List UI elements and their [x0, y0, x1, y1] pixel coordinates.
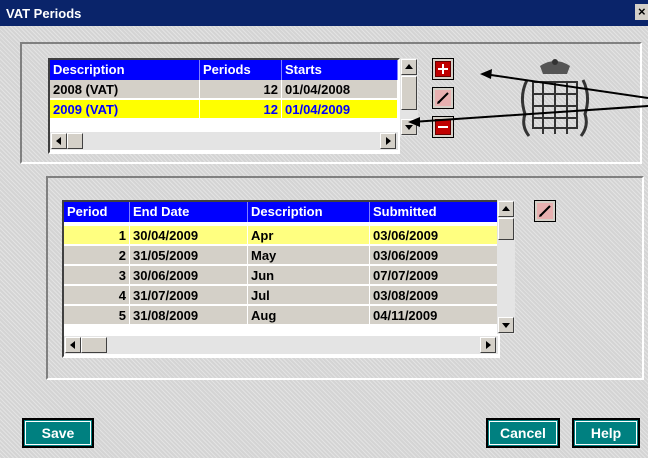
detail-submitted: 03/06/2009	[370, 246, 498, 265]
scroll-thumb[interactable]	[498, 218, 514, 240]
cancel-button[interactable]: Cancel	[486, 418, 560, 448]
scroll-thumb[interactable]	[401, 76, 417, 110]
periods-row[interactable]: 2008 (VAT) 12 01/04/2008	[50, 80, 398, 99]
detail-period: 3	[64, 266, 130, 285]
column-header-description[interactable]: Description	[50, 60, 200, 80]
details-horizontal-scrollbar[interactable]	[64, 336, 498, 354]
vat-periods-window: VAT Periods × Description Periods Starts…	[0, 0, 648, 458]
detail-period: 2	[64, 246, 130, 265]
period-details-table[interactable]: Period End Date Description Submitted 1 …	[62, 200, 500, 358]
scroll-left-icon[interactable]	[65, 337, 81, 353]
details-row[interactable]: 2 31/05/2009 May 03/06/2009	[64, 246, 498, 265]
detail-submitted: 04/11/2009	[370, 306, 498, 325]
period-description: 2008 (VAT)	[50, 80, 200, 99]
pencil-icon	[435, 90, 451, 106]
periods-row-selected[interactable]: 2009 (VAT) 12 01/04/2009	[50, 100, 398, 119]
detail-description: Jun	[248, 266, 370, 285]
scroll-right-icon[interactable]	[380, 133, 396, 149]
detail-period: 5	[64, 306, 130, 325]
detail-end-date: 30/04/2009	[130, 226, 248, 245]
detail-description: Jul	[248, 286, 370, 305]
detail-description: Aug	[248, 306, 370, 325]
periods-table[interactable]: Description Periods Starts 2008 (VAT) 12…	[48, 58, 400, 154]
detail-end-date: 31/08/2009	[130, 306, 248, 325]
pencil-icon	[537, 203, 553, 219]
window-title: VAT Periods	[6, 6, 82, 21]
scroll-up-icon[interactable]	[401, 59, 417, 75]
title-bar: VAT Periods ×	[0, 0, 648, 26]
column-header-end-date[interactable]: End Date	[130, 202, 248, 222]
detail-period: 1	[64, 226, 130, 245]
scroll-up-icon[interactable]	[498, 201, 514, 217]
details-vertical-scrollbar[interactable]	[497, 200, 515, 334]
detail-period: 4	[64, 286, 130, 305]
periods-table-header: Description Periods Starts	[50, 60, 398, 80]
minus-icon	[435, 119, 451, 135]
scroll-down-icon[interactable]	[401, 119, 417, 135]
details-row[interactable]: 4 31/07/2009 Jul 03/08/2009	[64, 286, 498, 305]
help-button[interactable]: Help	[572, 418, 640, 448]
close-icon[interactable]: ×	[635, 4, 648, 20]
scroll-thumb[interactable]	[67, 133, 83, 149]
periods-vertical-scrollbar[interactable]	[400, 58, 418, 136]
column-header-period[interactable]: Period	[64, 202, 130, 222]
scroll-right-icon[interactable]	[480, 337, 496, 353]
period-count: 12	[200, 80, 282, 99]
column-header-starts[interactable]: Starts	[282, 60, 398, 80]
details-row-selected[interactable]: 1 30/04/2009 Apr 03/06/2009	[64, 226, 498, 245]
period-count: 12	[200, 100, 282, 119]
period-description: 2009 (VAT)	[50, 100, 200, 119]
detail-end-date: 31/05/2009	[130, 246, 248, 265]
edit-period-button[interactable]	[432, 87, 454, 109]
period-start: 01/04/2009	[282, 100, 398, 119]
periods-horizontal-scrollbar[interactable]	[50, 132, 398, 150]
portcullis-logo	[505, 56, 605, 151]
column-header-description[interactable]: Description	[248, 202, 370, 222]
details-row[interactable]: 5 31/08/2009 Aug 04/11/2009	[64, 306, 498, 325]
detail-end-date: 31/07/2009	[130, 286, 248, 305]
remove-period-button[interactable]	[432, 116, 454, 138]
plus-icon	[435, 61, 451, 77]
column-header-submitted[interactable]: Submitted	[370, 202, 498, 222]
details-table-header: Period End Date Description Submitted	[64, 202, 498, 222]
details-row[interactable]: 3 30/06/2009 Jun 07/07/2009	[64, 266, 498, 285]
column-header-periods[interactable]: Periods	[200, 60, 282, 80]
detail-description: Apr	[248, 226, 370, 245]
detail-submitted: 07/07/2009	[370, 266, 498, 285]
scroll-thumb[interactable]	[81, 337, 107, 353]
detail-end-date: 30/06/2009	[130, 266, 248, 285]
edit-detail-button[interactable]	[534, 200, 556, 222]
period-start: 01/04/2008	[282, 80, 398, 99]
scroll-left-icon[interactable]	[51, 133, 67, 149]
detail-submitted: 03/08/2009	[370, 286, 498, 305]
save-button[interactable]: Save	[22, 418, 94, 448]
detail-submitted: 03/06/2009	[370, 226, 498, 245]
scroll-down-icon[interactable]	[498, 317, 514, 333]
add-period-button[interactable]	[432, 58, 454, 80]
detail-description: May	[248, 246, 370, 265]
